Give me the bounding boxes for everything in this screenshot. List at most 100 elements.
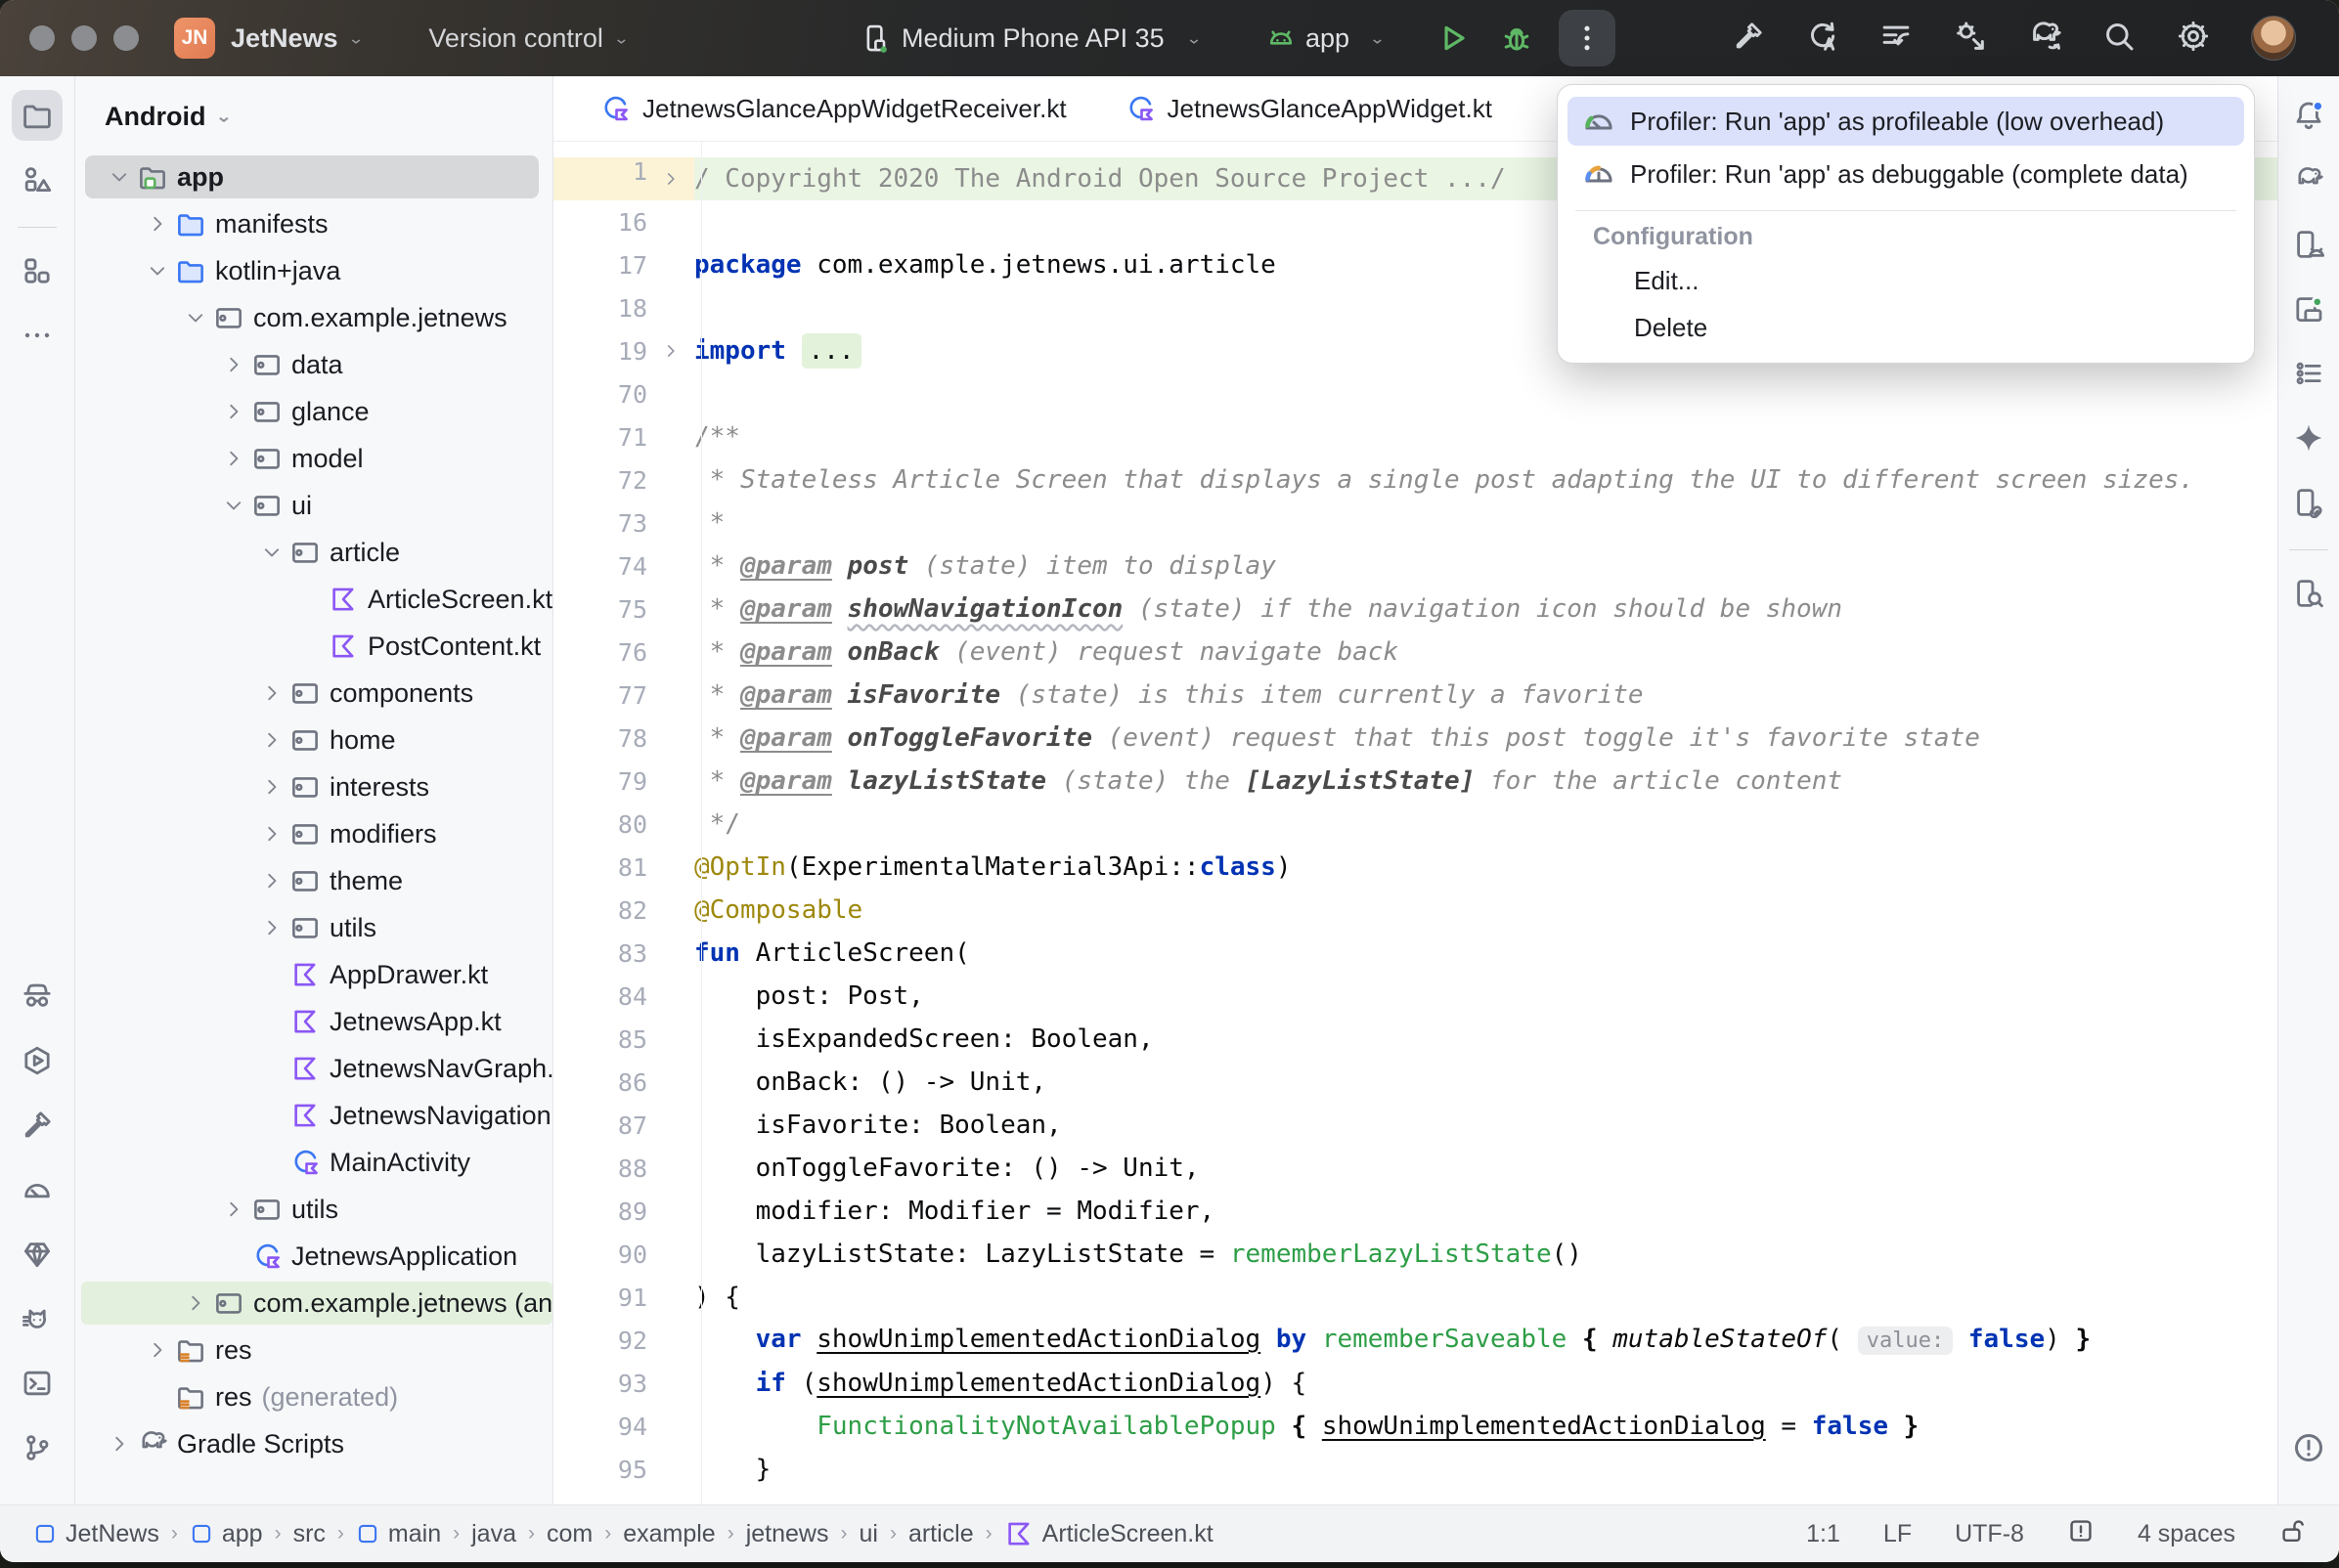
tree-item-manifests[interactable]: manifests: [75, 200, 552, 247]
app-inspection-tool-button[interactable]: [2283, 568, 2334, 619]
status-lf[interactable]: LF: [1883, 1520, 1912, 1548]
sync-button[interactable]: [1805, 20, 1838, 58]
breadcrumb-item[interactable]: com: [547, 1520, 593, 1548]
breadcrumb-item[interactable]: article: [908, 1520, 974, 1548]
popup-item[interactable]: Profiler: Run 'app' as profileable (low …: [1567, 97, 2244, 146]
status-unlock[interactable]: [2278, 1517, 2306, 1551]
version-control-tool-button[interactable]: [12, 1422, 63, 1473]
chevron-right-icon[interactable]: [217, 401, 250, 422]
terminal-tool-button[interactable]: [12, 1358, 63, 1409]
tree-item-modifiers[interactable]: modifiers: [75, 810, 552, 857]
chevron-right-icon[interactable]: [217, 1198, 250, 1220]
vcs-button[interactable]: Version control: [428, 23, 603, 54]
services-tool-button[interactable]: [12, 1035, 63, 1086]
breadcrumb-item[interactable]: ui: [859, 1520, 877, 1548]
user-avatar[interactable]: [2251, 16, 2296, 61]
editor-tab[interactable]: JetnewsGlanceAppWidget.kt: [1096, 76, 1522, 141]
status-4-spaces[interactable]: 4 spaces: [2138, 1520, 2235, 1548]
run-config-selector[interactable]: app ⌄: [1266, 23, 1386, 54]
popup-action-delete[interactable]: Delete: [1558, 304, 2254, 351]
settings-button[interactable]: [2177, 20, 2210, 58]
fold-arrow-icon[interactable]: [647, 157, 694, 200]
tree-item-interests[interactable]: interests: [75, 763, 552, 810]
search-button[interactable]: [2102, 20, 2136, 58]
chevron-down-icon[interactable]: [217, 495, 250, 516]
popup-action-edit[interactable]: Edit...: [1558, 257, 2254, 304]
chevron-right-icon[interactable]: [255, 776, 288, 798]
tree-item-appdrawer-kt[interactable]: AppDrawer.kt: [75, 951, 552, 998]
fold-arrow-icon[interactable]: [647, 342, 694, 360]
app-quality-insights-tool-button[interactable]: [12, 1229, 63, 1280]
tree-item-kotlin-java[interactable]: kotlin+java: [75, 247, 552, 294]
popup-item[interactable]: Profiler: Run 'app' as debuggable (compl…: [1567, 150, 2244, 198]
more-run-options-button[interactable]: [1559, 10, 1615, 66]
tree-item-postcontent-kt[interactable]: PostContent.kt: [75, 623, 552, 670]
status-balloon[interactable]: [2067, 1517, 2095, 1551]
tree-item-gradle-scripts[interactable]: Gradle Scripts: [75, 1420, 552, 1467]
maximize-window-button[interactable]: [113, 25, 139, 51]
chevron-down-icon[interactable]: [255, 542, 288, 563]
device-selector[interactable]: Medium Phone API 35 ⌄: [861, 23, 1202, 54]
tree-item-utils[interactable]: utils: [75, 904, 552, 951]
chevron-down-icon[interactable]: [103, 166, 136, 188]
chevron-right-icon[interactable]: [217, 448, 250, 469]
gemini-tool-button[interactable]: [2283, 413, 2334, 463]
tree-item-utils[interactable]: utils: [75, 1186, 552, 1233]
incognito-tool-button[interactable]: [12, 971, 63, 1022]
status-utf-8[interactable]: UTF-8: [1955, 1520, 2024, 1548]
structure-tool-button[interactable]: [12, 245, 63, 296]
chevron-right-icon[interactable]: [141, 1339, 174, 1361]
breadcrumb-item[interactable]: jetnews: [746, 1520, 829, 1548]
tree-item-home[interactable]: home: [75, 717, 552, 763]
debug-button[interactable]: [1494, 16, 1539, 61]
chevron-right-icon[interactable]: [255, 682, 288, 704]
tree-item-glance[interactable]: glance: [75, 388, 552, 435]
tree-item-data[interactable]: data: [75, 341, 552, 388]
breadcrumb-item[interactable]: src: [293, 1520, 326, 1548]
gradle-sync-button[interactable]: [2028, 20, 2061, 58]
chevron-right-icon[interactable]: [103, 1433, 136, 1455]
resource-manager-tool-button[interactable]: [12, 154, 63, 205]
project-tool-button[interactable]: [12, 90, 63, 141]
tree-item-ui[interactable]: ui: [75, 482, 552, 529]
device-mirror-tool-button[interactable]: [2283, 477, 2334, 528]
tree-item-com-example-jetnews[interactable]: com.example.jetnews: [75, 294, 552, 341]
profiler-tool-button[interactable]: [12, 1164, 63, 1215]
problems-tool-button[interactable]: [2283, 1422, 2334, 1473]
tree-item-article[interactable]: article: [75, 529, 552, 576]
tree-item-res[interactable]: res(generated): [75, 1373, 552, 1420]
logcat-tool-button[interactable]: [12, 1293, 63, 1344]
tree-item-jetnewsapp-kt[interactable]: JetnewsApp.kt: [75, 998, 552, 1045]
editor-tab[interactable]: JetnewsGlanceAppWidgetReceiver.kt: [571, 76, 1096, 141]
tree-item-model[interactable]: model: [75, 435, 552, 482]
device-manager-tool-button[interactable]: [2283, 219, 2334, 270]
tree-item-jetnewsnavigation[interactable]: JetnewsNavigation: [75, 1092, 552, 1139]
breadcrumb-item[interactable]: example: [623, 1520, 716, 1548]
chevron-right-icon[interactable]: [255, 870, 288, 892]
status-1-1[interactable]: 1:1: [1806, 1520, 1840, 1548]
breadcrumb-item[interactable]: JetNews: [33, 1520, 159, 1548]
close-window-button[interactable]: [29, 25, 55, 51]
chevron-right-icon[interactable]: [217, 354, 250, 375]
tree-item-jetnewsapplication[interactable]: JetnewsApplication: [75, 1233, 552, 1280]
attach-debugger-button[interactable]: [1954, 20, 1987, 58]
todo-tool-button[interactable]: [2283, 348, 2334, 399]
minimize-window-button[interactable]: [71, 25, 97, 51]
tree-item-components[interactable]: components: [75, 670, 552, 717]
breadcrumb-item[interactable]: app: [190, 1520, 263, 1548]
tree-item-mainactivity[interactable]: MainActivity: [75, 1139, 552, 1186]
breadcrumb-item[interactable]: main: [356, 1520, 441, 1548]
tree-item-com-example-jetnews-an[interactable]: com.example.jetnews (an: [75, 1280, 552, 1327]
breadcrumb-item[interactable]: ArticleScreen.kt: [1004, 1519, 1214, 1548]
tree-item-jetnewsnavgraph-[interactable]: JetnewsNavGraph.: [75, 1045, 552, 1092]
chevron-right-icon[interactable]: [255, 823, 288, 845]
chevron-right-icon[interactable]: [255, 729, 288, 751]
running-devices-tool-button[interactable]: [2283, 283, 2334, 334]
tree-item-app[interactable]: app: [75, 153, 552, 200]
build-tool-button[interactable]: [12, 1100, 63, 1151]
tree-item-theme[interactable]: theme: [75, 857, 552, 904]
chevron-right-icon[interactable]: [255, 917, 288, 938]
chevron-down-icon[interactable]: [179, 307, 212, 328]
chevron-right-icon[interactable]: [179, 1292, 212, 1314]
notifications-tool-button[interactable]: [2283, 90, 2334, 141]
